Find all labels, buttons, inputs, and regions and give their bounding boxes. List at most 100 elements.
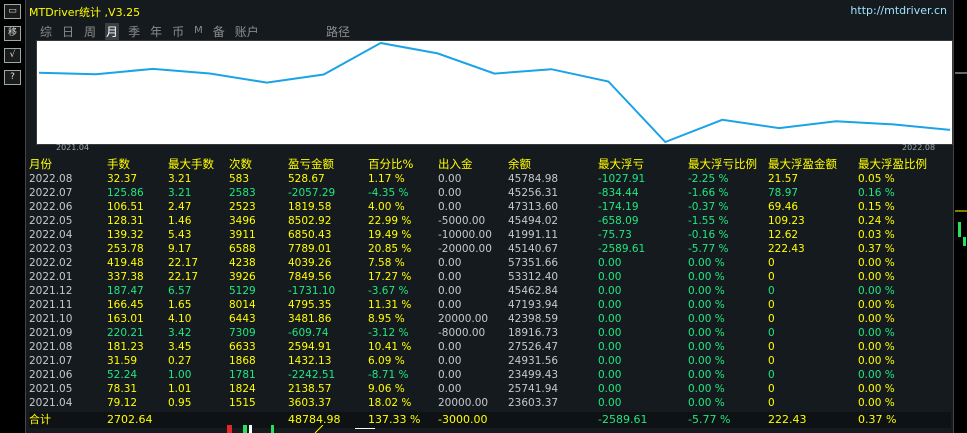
table-cell: 25741.94: [508, 383, 559, 395]
table-cell: 0.00: [438, 369, 462, 381]
table-cell: 3481.86: [288, 313, 332, 325]
table-row: 2022.04 139.32 5.43 3911 6850.43 19.49 % -1000…: [29, 228, 951, 242]
table-cell: 0: [768, 341, 775, 353]
table-cell: 0.00: [438, 299, 462, 311]
table-cell: 18.02 %: [368, 397, 412, 409]
move-button[interactable]: 移: [4, 26, 21, 41]
table-cell: 4.00 %: [368, 201, 405, 213]
table-cell: 1.01: [168, 383, 192, 395]
table-row: 2021.08 181.23 3.45 6633 2594.91 10.41 % 0.00 2…: [29, 340, 951, 354]
balance-chart: [36, 40, 953, 145]
total-max-float-profit-pct: 0.37 %: [858, 413, 897, 426]
table-cell: 3.21: [168, 187, 192, 199]
tab-account[interactable]: 账户: [234, 23, 260, 40]
table-cell: 0: [768, 285, 775, 297]
table-body: 2022.08 32.37 3.21 583 528.67 1.17 % 0.00 45784…: [29, 172, 951, 410]
table-row: 2022.08 32.37 3.21 583 528.67 1.17 % 0.00 45784…: [29, 172, 951, 186]
table-cell: 0.95: [168, 397, 192, 409]
table-row: 2021.09 220.21 3.42 7309 -609.74 -3.12 % -8000…: [29, 326, 951, 340]
table-cell: 0.00: [598, 369, 622, 381]
table-row: 2021.12 187.47 6.57 5129 -1731.10 -3.67 % 0.00…: [29, 284, 951, 298]
table-cell: -3.67 %: [368, 285, 409, 297]
table-cell: 8502.92: [288, 215, 332, 227]
table-cell: 0.00: [598, 299, 622, 311]
tab-day[interactable]: 日: [61, 23, 75, 40]
chart-x-start-label: 2021.04: [56, 143, 90, 152]
table-cell: 7789.01: [288, 243, 332, 255]
check-button[interactable]: √: [4, 48, 21, 63]
table-cell: 0.00 %: [688, 313, 725, 325]
table-cell: 3926: [229, 271, 256, 283]
total-max-float-loss: -2589.61: [598, 413, 648, 426]
table-cell: -1.66 %: [688, 187, 729, 199]
table-cell: 0.00 %: [688, 383, 725, 395]
table-cell: 6.57: [168, 285, 192, 297]
table-cell: 9.06 %: [368, 383, 405, 395]
table-cell: -1.55 %: [688, 215, 729, 227]
table-cell: 3.42: [168, 327, 192, 339]
table-cell: 0: [768, 369, 775, 381]
table-cell: 2022.08: [29, 173, 73, 185]
tab-magic[interactable]: M: [193, 23, 204, 40]
table-cell: 0.00 %: [858, 257, 895, 269]
header-max-float-profit: 最大浮盈金额: [768, 157, 837, 171]
table-cell: 1432.13: [288, 355, 332, 367]
window-toggle-button[interactable]: ▭: [4, 4, 21, 19]
website-link[interactable]: http://mtdriver.cn: [850, 4, 947, 17]
table-cell: 0.00 %: [688, 341, 725, 353]
header-trades: 次数: [229, 157, 252, 171]
table-cell: -75.73: [598, 229, 632, 241]
table-cell: 2022.06: [29, 201, 73, 213]
table-cell: 4795.35: [288, 299, 332, 311]
table-cell: 22.17: [168, 257, 199, 269]
table-cell: -10000.00: [438, 229, 492, 241]
table-cell: 0.00: [598, 257, 622, 269]
table-cell: 57351.66: [508, 257, 559, 269]
table-cell: -658.09: [598, 215, 639, 227]
table-cell: 3496: [229, 215, 256, 227]
table-row: 2022.06 106.51 2.47 2523 1819.58 4.00 % 0.00 47…: [29, 200, 951, 214]
table-cell: 20000.00: [438, 313, 489, 325]
table-cell: 23499.43: [508, 369, 559, 381]
table-cell: 1824: [229, 383, 256, 395]
help-button[interactable]: ?: [4, 70, 21, 85]
table-cell: 166.45: [107, 299, 144, 311]
table-cell: 0.00 %: [858, 355, 895, 367]
table-cell: 2022.03: [29, 243, 73, 255]
table-cell: 6443: [229, 313, 256, 325]
table-cell: 22.99 %: [368, 215, 412, 227]
table-cell: 0: [768, 397, 775, 409]
table-cell: 1781: [229, 369, 256, 381]
path-button[interactable]: 路径: [326, 23, 350, 40]
table-cell: 2021.07: [29, 355, 73, 367]
table-cell: 8.95 %: [368, 313, 405, 325]
table-row: 2021.10 163.01 4.10 6443 3481.86 8.95 % 20000.…: [29, 312, 951, 326]
table-cell: 0.00: [438, 187, 462, 199]
monthly-stats-table: 月份 手数 最大手数 次数 盈亏金额 百分比% 出入金 余额 最大浮亏 最大浮亏…: [29, 157, 951, 428]
table-cell: 2022.02: [29, 257, 73, 269]
table-cell: 0.00 %: [688, 285, 725, 297]
tab-month[interactable]: 月: [105, 23, 120, 40]
table-cell: 139.32: [107, 229, 144, 241]
table-cell: 109.23: [768, 215, 805, 227]
table-cell: -609.74: [288, 327, 329, 339]
tab-symbol[interactable]: 币: [171, 23, 185, 40]
tab-year[interactable]: 年: [149, 23, 163, 40]
table-cell: 2021.05: [29, 383, 73, 395]
table-cell: 3603.37: [288, 397, 332, 409]
table-cell: -4.35 %: [368, 187, 409, 199]
total-lots: 2702.64: [107, 413, 153, 426]
header-max-float-profit-pct: 最大浮盈比例: [858, 157, 927, 171]
table-cell: -2.25 %: [688, 173, 729, 185]
table-cell: 2022.04: [29, 229, 73, 241]
table-cell: 4238: [229, 257, 256, 269]
tab-overview[interactable]: 综: [39, 23, 53, 40]
table-cell: 0.00: [438, 341, 462, 353]
tab-quarter[interactable]: 季: [127, 23, 141, 40]
table-cell: 2022.01: [29, 271, 73, 283]
table-cell: 0.00: [598, 285, 622, 297]
stats-panel: MTDriver统计 ,V3.25 http://mtdriver.cn 综 日…: [25, 0, 954, 433]
tab-note[interactable]: 备: [212, 23, 226, 40]
table-cell: -834.44: [598, 187, 639, 199]
tab-week[interactable]: 周: [83, 23, 97, 40]
